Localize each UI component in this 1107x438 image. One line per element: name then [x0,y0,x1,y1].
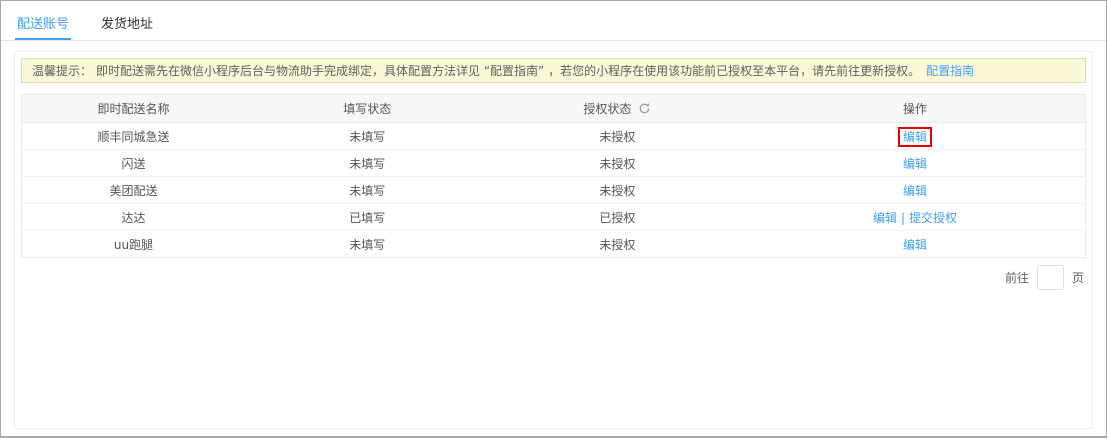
action-separator: | [901,211,905,225]
auth-status: 未授权 [490,123,745,150]
col-header-delivery-name: 即时配送名称 [22,95,245,123]
delivery-name: 闪送 [22,150,245,177]
table-body: 顺丰同城急送 未填写 未授权 编辑 闪送 未填写 未授权 编辑 美团配送 未填写… [22,123,1086,258]
notice-text: 即时配送需先在微信小程序后台与物流助手完成绑定，具体配置方法详见 “配置指南” … [96,62,920,79]
edit-link[interactable]: 编辑 [873,211,897,225]
table-header-row: 即时配送名称 填写状态 授权状态 [22,95,1086,123]
col-header-auth-status: 授权状态 [490,95,745,123]
edit-link[interactable]: 编辑 [903,184,927,198]
edit-link[interactable]: 编辑 [903,238,927,252]
fill-status: 未填写 [245,177,490,204]
fill-status: 未填写 [245,231,490,258]
table-row: 顺丰同城急送 未填写 未授权 编辑 [22,123,1086,150]
page-jump: 前往 页 [21,265,1086,290]
col-header-operation: 操作 [745,95,1085,123]
content-card: 温馨提示： 即时配送需先在微信小程序后台与物流助手完成绑定，具体配置方法详见 “… [14,51,1093,429]
auth-status: 未授权 [490,150,745,177]
table-row: 达达 已填写 已授权 编辑 | 提交授权 [22,204,1086,231]
edit-link[interactable]: 编辑 [903,157,927,171]
auth-status-label: 授权状态 [583,100,631,117]
tab-delivery-account[interactable]: 配送账号 [15,8,71,40]
actions-cell: 编辑 [745,177,1085,204]
delivery-name: 美团配送 [22,177,245,204]
auth-status: 已授权 [490,204,745,231]
col-header-fill-status: 填写状态 [245,95,490,123]
page-number-input[interactable] [1037,265,1064,290]
table-row: 美团配送 未填写 未授权 编辑 [22,177,1086,204]
table-row: 闪送 未填写 未授权 编辑 [22,150,1086,177]
actions-cell: 编辑 [745,231,1085,258]
fill-status: 未填写 [245,123,490,150]
page-frame: 配送账号 发货地址 温馨提示： 即时配送需先在微信小程序后台与物流助手完成绑定，… [0,0,1107,438]
delivery-name: 达达 [22,204,245,231]
fill-status: 未填写 [245,150,490,177]
auth-status: 未授权 [490,177,745,204]
notice-banner: 温馨提示： 即时配送需先在微信小程序后台与物流助手完成绑定，具体配置方法详见 “… [21,58,1086,83]
actions-cell: 编辑 [745,150,1085,177]
fill-status: 已填写 [245,204,490,231]
notice-prefix: 温馨提示： [32,62,92,79]
providers-table: 即时配送名称 填写状态 授权状态 [21,94,1086,258]
delivery-name: 顺丰同城急送 [22,123,245,150]
actions-cell: 编辑 | 提交授权 [745,204,1085,231]
tab-bar: 配送账号 发货地址 [1,1,1106,41]
delivery-name: uu跑腿 [22,231,245,258]
table-row: uu跑腿 未填写 未授权 编辑 [22,231,1086,258]
tab-shipping-address[interactable]: 发货地址 [99,8,155,40]
page-unit-label: 页 [1072,269,1084,286]
actions-cell: 编辑 [745,123,1085,150]
auth-status: 未授权 [490,231,745,258]
config-guide-link[interactable]: 配置指南 [926,62,974,79]
goto-label: 前往 [1005,269,1029,286]
submit-auth-link[interactable]: 提交授权 [909,211,957,225]
edit-link[interactable]: 编辑 [898,127,932,147]
refresh-icon[interactable] [638,102,651,115]
